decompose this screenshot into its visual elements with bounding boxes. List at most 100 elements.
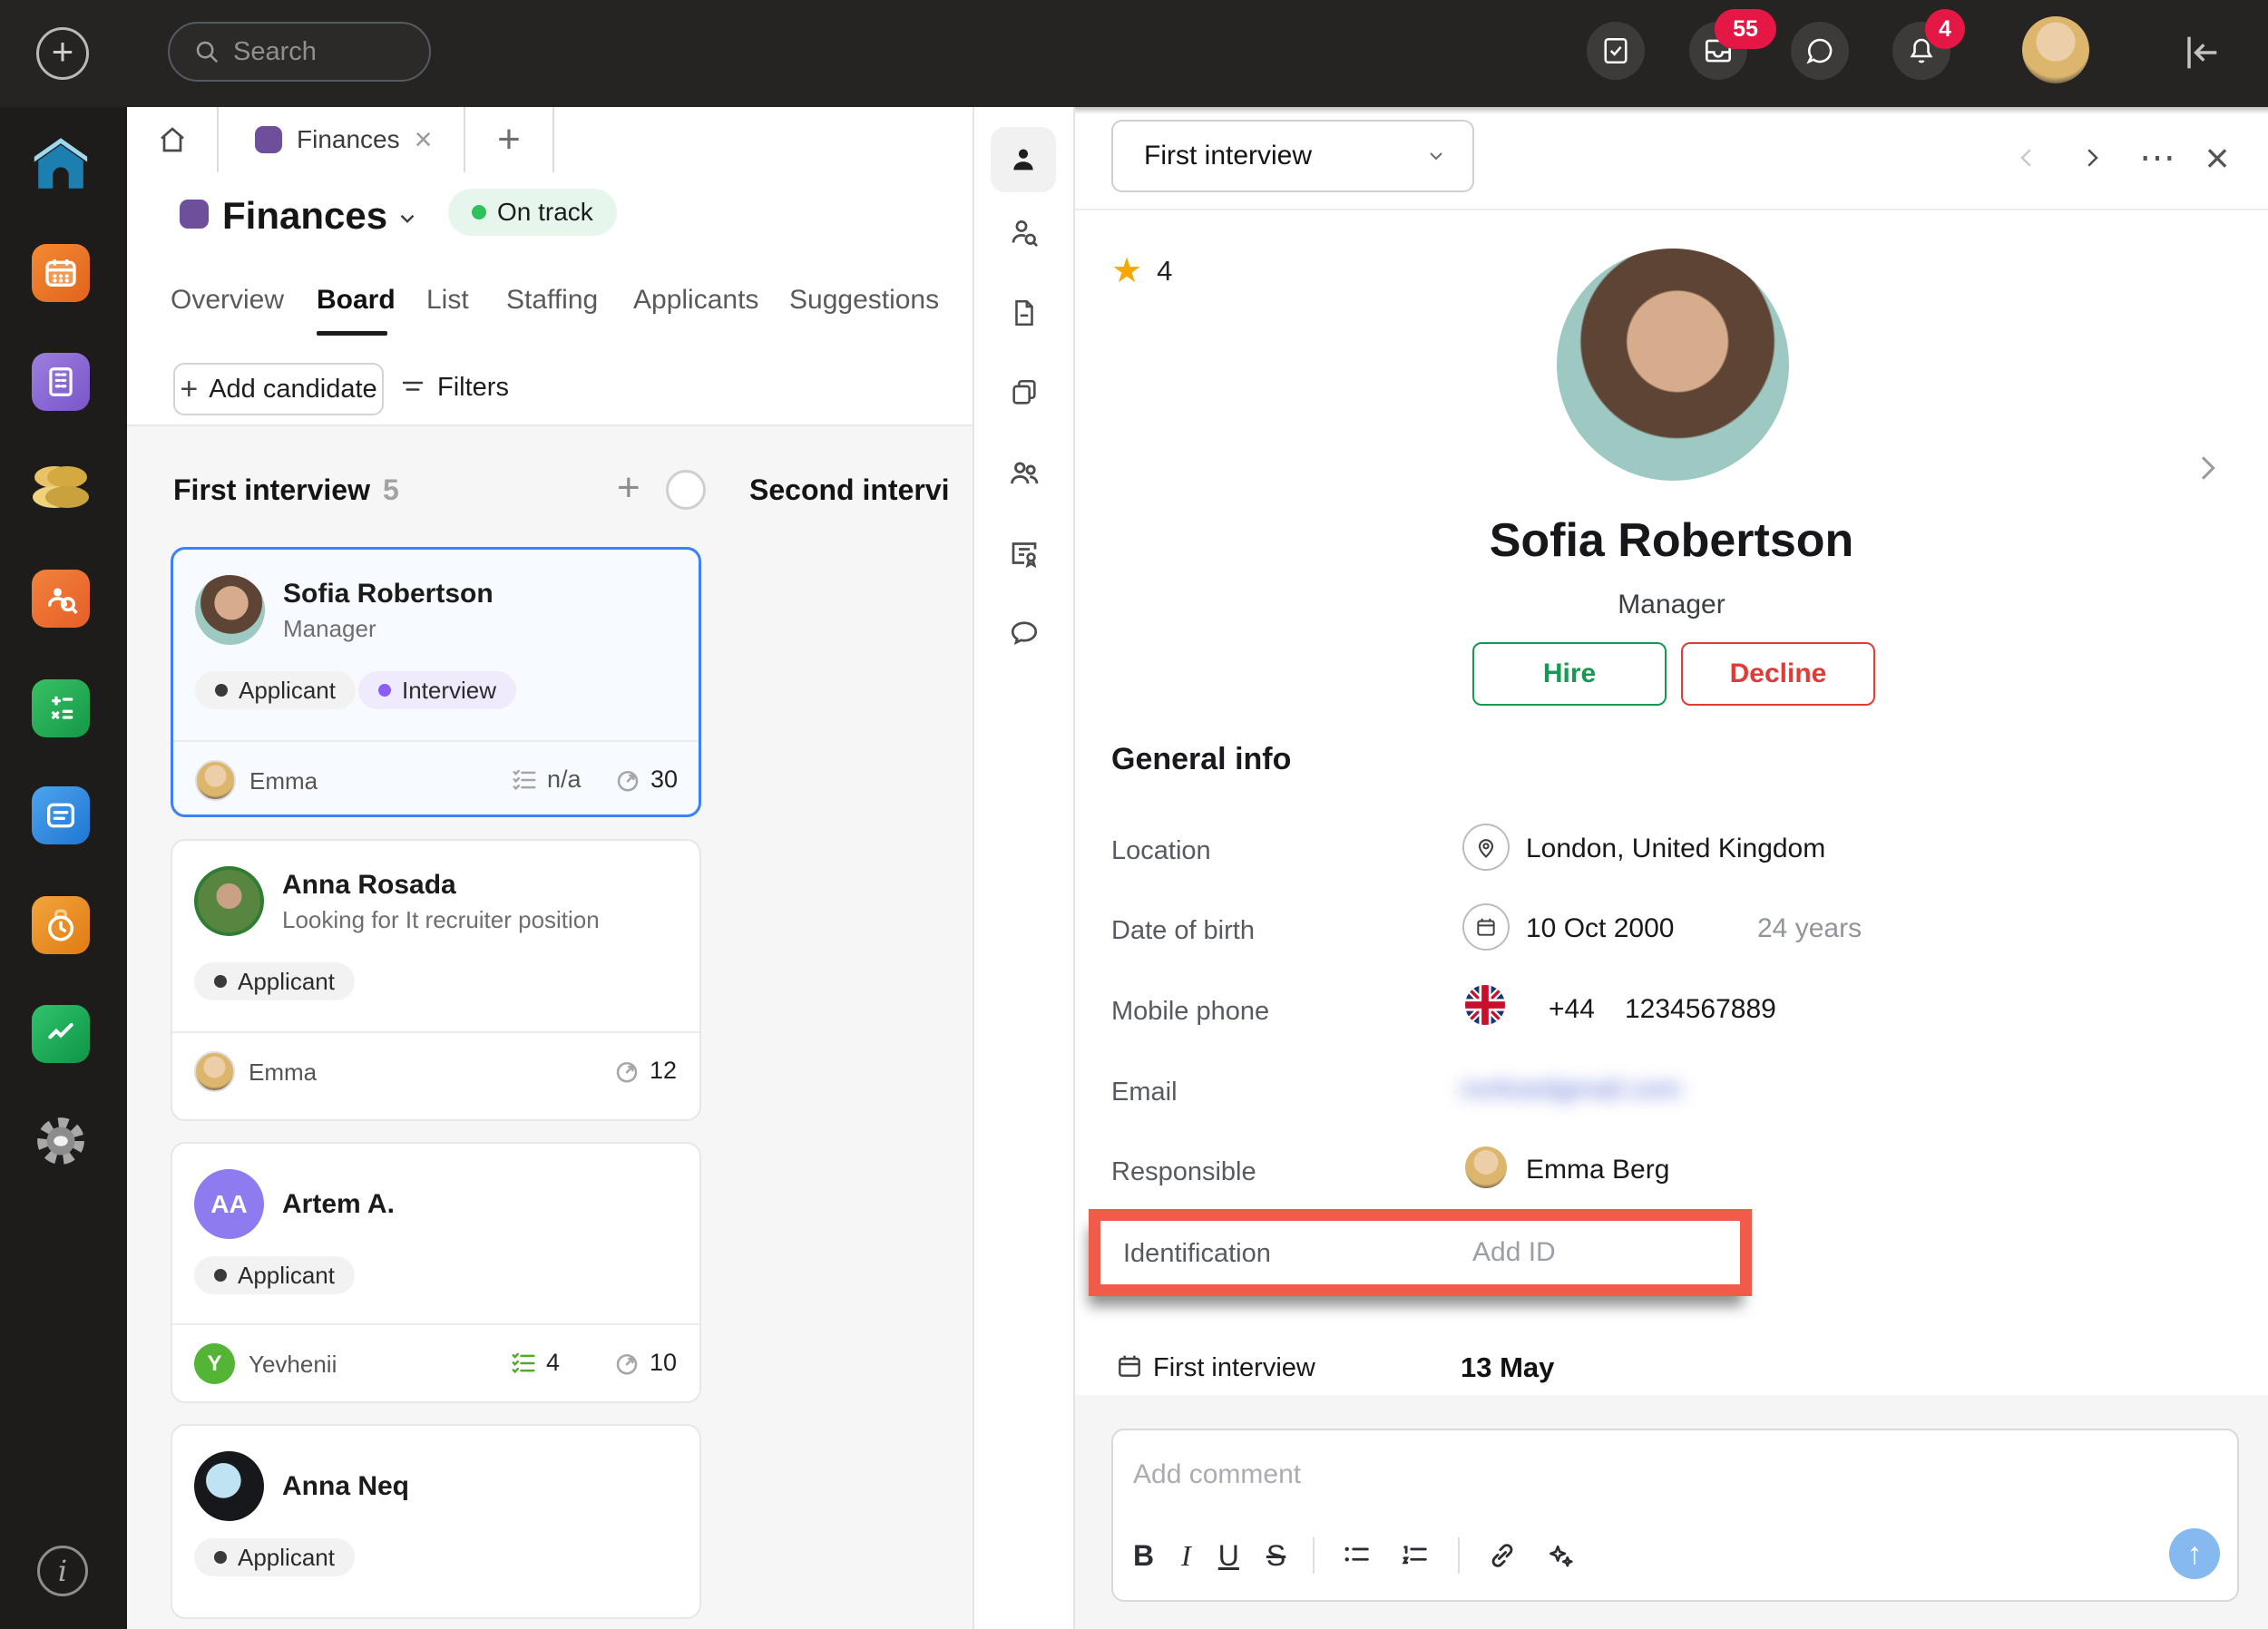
person-search-icon [1008,217,1041,249]
email-label: Email [1111,1078,1178,1107]
comment-editor[interactable]: Add comment B I U S [1111,1429,2239,1602]
column-add-icon[interactable]: + [617,472,640,504]
tab-staffing[interactable]: Staffing [506,285,598,316]
underline-button[interactable]: U [1218,1539,1239,1573]
identification-add-id-field[interactable]: Add ID [1472,1237,1556,1268]
comments-tab[interactable] [1000,609,1049,658]
dial-icon [614,766,641,794]
person-icon [1008,144,1039,175]
filters-button[interactable]: Filters [399,363,509,412]
dial-icon [613,1350,640,1377]
add-candidate-button[interactable]: + Add candidate [173,363,384,415]
checklist-metric: n/a [511,766,582,794]
numbered-list-button[interactable] [1400,1540,1431,1571]
sidebar-item-documents[interactable] [27,782,94,849]
stage-dropdown[interactable]: First interview [1111,120,1474,192]
create-new-button[interactable]: + [36,27,89,80]
tab-board[interactable]: Board [317,285,396,316]
next-candidate-button[interactable] [2068,134,2116,181]
sidebar-item-crm[interactable] [27,454,94,521]
sidebar-item-settings[interactable] [27,1107,94,1175]
strikethrough-button[interactable]: S [1266,1539,1286,1573]
tab-finances[interactable]: Finances × [219,107,464,172]
interview-schedule-date[interactable]: 13 May [1461,1351,1554,1384]
dob-value[interactable]: 10 Oct 2000 [1526,913,1674,944]
certificates-tab[interactable] [1000,529,1049,578]
profile-tab-active[interactable] [991,127,1056,192]
candidate-search-tab[interactable] [1000,209,1049,258]
tab-applicants[interactable]: Applicants [633,285,758,316]
home-tab[interactable] [127,107,217,172]
assignee-avatar [194,1051,235,1092]
sidebar-item-company[interactable] [27,348,94,415]
resume-tab[interactable] [1000,288,1049,337]
contacts-tab[interactable] [1000,449,1049,498]
send-comment-button[interactable]: ↑ [2169,1528,2220,1579]
candidate-card-anna-neq[interactable]: Anna Neq Applicant [171,1424,701,1619]
page-title: Finances [222,194,387,238]
previous-candidate-button[interactable] [2003,134,2050,181]
bullet-list-button[interactable] [1342,1540,1373,1571]
rating-value: 4 [1157,255,1172,288]
ai-sparkle-button[interactable] [1545,1540,1576,1571]
tag-applicant: Applicant [195,671,356,709]
status-dot [472,205,486,219]
help-info-button[interactable]: i [37,1546,88,1596]
more-options-button[interactable]: ⋯ [2134,134,2181,181]
chevron-down-icon[interactable] [396,207,419,230]
column-header-second-interview: Second intervi [749,473,973,507]
decline-button[interactable]: Decline [1681,642,1875,706]
responsible-value[interactable]: Emma Berg [1526,1155,1669,1185]
user-avatar[interactable] [2022,16,2089,83]
filters-icon [399,374,426,401]
bold-button[interactable]: B [1133,1539,1154,1573]
candidate-subtitle: Manager [283,615,376,643]
candidate-card-anna-rosada[interactable]: Anna Rosada Looking for It recruiter pos… [171,839,701,1121]
tab-list[interactable]: List [426,285,469,316]
sidebar-item-calendar[interactable] [27,239,94,307]
hire-button[interactable]: Hire [1472,642,1667,706]
home-tab-icon [156,123,189,156]
phone-number[interactable]: 1234567889 [1625,994,1776,1025]
tab-overview[interactable]: Overview [171,285,284,316]
sidebar-item-recruiting[interactable] [27,565,94,632]
rating[interactable]: ★ 4 [1111,250,1172,291]
link-button[interactable] [1487,1540,1518,1571]
location-value[interactable]: London, United Kingdom [1526,834,1825,864]
comment-toolbar: B I U S [1133,1537,1576,1574]
close-tab-icon[interactable]: × [415,122,433,158]
sidebar-item-time[interactable] [27,892,94,959]
files-tab[interactable] [1000,368,1049,417]
column-header-first-interview: First interview5 [173,473,399,507]
location-label: Location [1111,836,1211,866]
close-panel-button[interactable]: × [2194,134,2241,181]
filters-label: Filters [437,373,509,403]
interview-calendar-icon [1115,1351,1144,1380]
sidebar-item-home[interactable] [27,130,94,197]
phone-code[interactable]: +44 [1549,994,1595,1025]
new-tab-button[interactable]: + [465,107,552,172]
column-progress-circle[interactable] [666,470,706,510]
candidate-name: Artem A. [282,1189,395,1220]
italic-button[interactable]: I [1181,1539,1191,1573]
candidate-card-artem[interactable]: AA Artem A. Applicant Y Yevhenii 4 10 [171,1142,701,1403]
candidate-card-sofia-robertson[interactable]: Sofia Robertson Manager Applicant Interv… [171,547,701,817]
sidebar-item-calculator[interactable] [27,675,94,742]
tab-suggestions[interactable]: Suggestions [789,285,939,316]
responsible-avatar [1465,1146,1507,1188]
expand-chevron-icon[interactable] [2189,450,2225,486]
status-badge[interactable]: On track [448,189,617,236]
tag-applicant: Applicant [194,1538,355,1576]
tasks-button[interactable] [1587,22,1645,80]
phone-label: Mobile phone [1111,997,1269,1027]
score-metric: 10 [613,1349,677,1377]
global-search-input[interactable]: Search [168,22,431,82]
sidebar-item-analytics[interactable] [27,1000,94,1068]
chat-button[interactable] [1791,22,1849,80]
speech-bubble-icon [1008,617,1041,649]
email-value-blurred[interactable]: nvrkoedgmail.com [1461,1074,1681,1105]
toolbar-divider [1313,1537,1315,1574]
collapse-panel-icon[interactable] [2177,29,2224,76]
uk-flag-icon[interactable] [1465,985,1505,1025]
dial-icon [613,1058,640,1085]
